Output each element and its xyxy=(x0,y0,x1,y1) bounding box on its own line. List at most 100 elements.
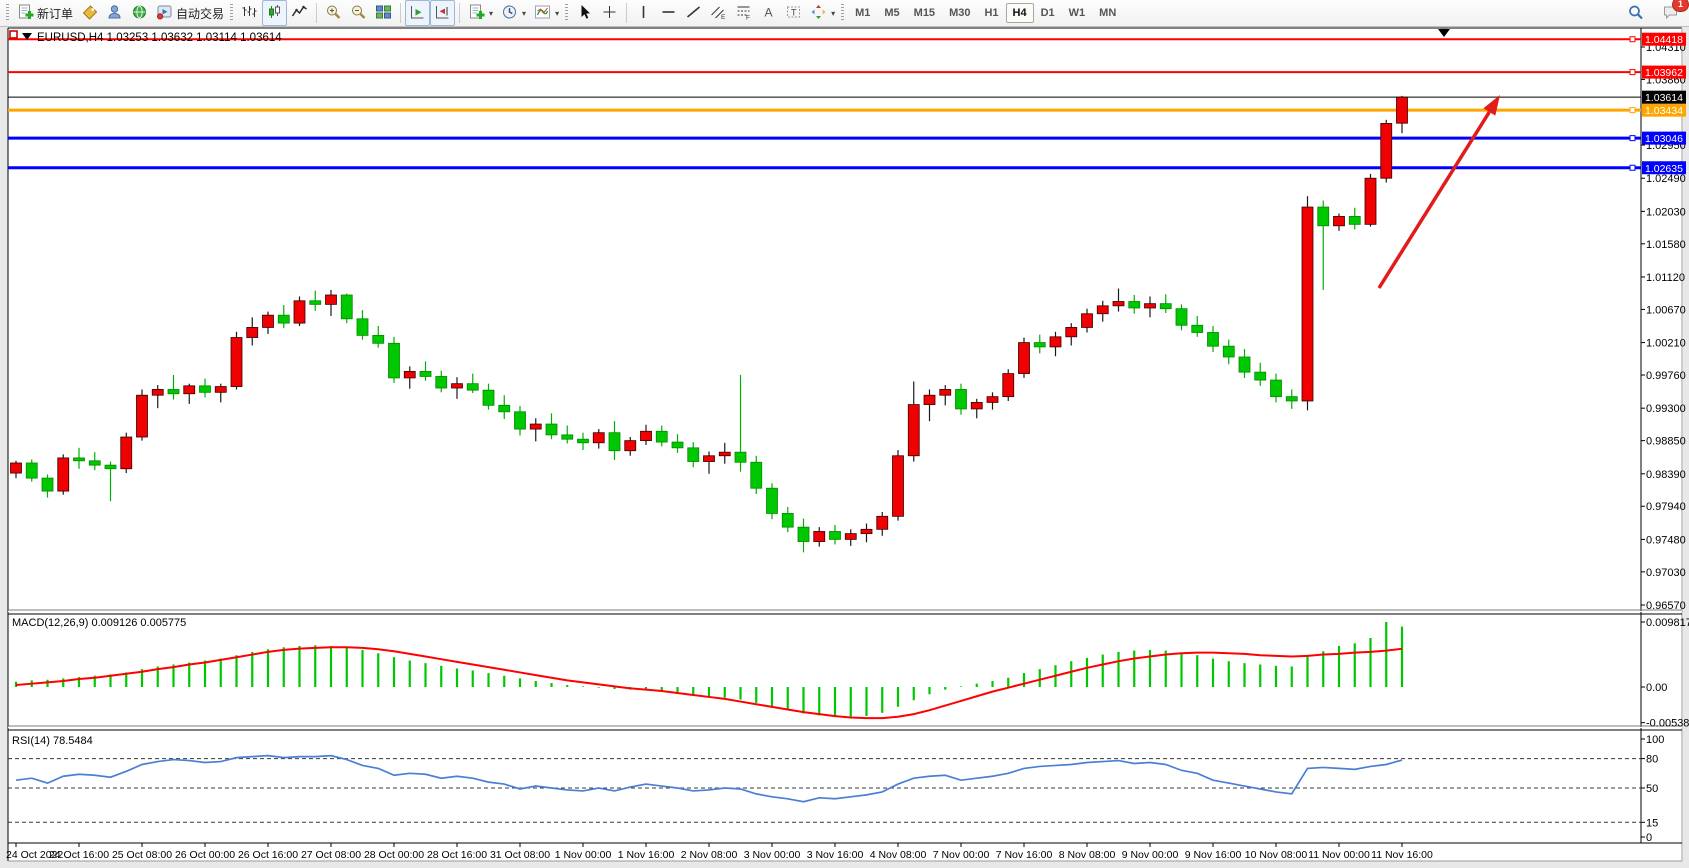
candle-body xyxy=(1192,325,1203,332)
search-button[interactable] xyxy=(1623,0,1648,26)
rsi-tick-label: 0 xyxy=(1646,832,1652,844)
timeframe-m15-button[interactable]: M15 xyxy=(907,3,942,23)
horizontal-line-button[interactable] xyxy=(656,0,681,26)
candle-body xyxy=(1223,346,1234,357)
price-tick-label: 0.96570 xyxy=(1646,600,1686,612)
chevron-down-icon[interactable]: ▾ xyxy=(555,9,559,18)
chart-background xyxy=(0,27,1689,868)
vertical-line-button[interactable] xyxy=(631,0,656,26)
chart-shift-button[interactable] xyxy=(430,0,455,26)
channel-icon: E xyxy=(710,4,727,23)
auto-scroll-button[interactable] xyxy=(405,0,430,26)
candle-body xyxy=(231,338,242,387)
timeframe-h4-button[interactable]: H4 xyxy=(1006,3,1034,23)
indicators-button[interactable]: ▾ xyxy=(530,0,563,26)
new-chart-button[interactable]: ▾ xyxy=(464,0,497,26)
toolbar-right: 1 xyxy=(1623,0,1683,26)
time-tick-label: 24 Oct 16:00 xyxy=(49,849,109,861)
macd-tick-label: 0.009817 xyxy=(1646,617,1689,629)
candle-body xyxy=(200,386,211,392)
text-label-button[interactable]: T xyxy=(781,0,806,26)
candle-body xyxy=(1349,216,1360,224)
chart-window[interactable]: 1.043101.038601.029501.024901.020301.015… xyxy=(0,27,1689,868)
crosshair-button[interactable] xyxy=(597,0,622,26)
cursor-button[interactable] xyxy=(572,0,597,26)
text-button[interactable]: A xyxy=(756,0,781,26)
line-chart-button[interactable] xyxy=(287,0,312,26)
hline-handle[interactable] xyxy=(1630,70,1635,75)
candle-body xyxy=(11,463,22,473)
trendline-button[interactable] xyxy=(681,0,706,26)
timeframe-w1-button[interactable]: W1 xyxy=(1062,3,1093,23)
price-badge-label: 1.03614 xyxy=(1645,92,1683,104)
candle-body xyxy=(751,462,762,488)
candle-body xyxy=(105,465,116,469)
bar-chart-button[interactable] xyxy=(237,0,262,26)
arrows-button[interactable]: ▾ xyxy=(806,0,839,26)
price-chart-canvas[interactable]: 1.043101.038601.029501.024901.020301.015… xyxy=(0,27,1689,868)
new-order-button[interactable]: 新订单 xyxy=(13,0,77,26)
candlestick-chart-button[interactable] xyxy=(262,0,287,26)
chevron-down-icon[interactable]: ▾ xyxy=(522,9,526,18)
candle-body xyxy=(215,387,226,393)
candle-body xyxy=(1066,327,1077,336)
equidistant-channel-button[interactable]: E xyxy=(706,0,731,26)
candle-body xyxy=(1255,372,1266,380)
time-tick-label: 8 Nov 08:00 xyxy=(1059,849,1116,861)
time-tick-label: 3 Nov 00:00 xyxy=(744,849,801,861)
timeframe-h1-button[interactable]: H1 xyxy=(977,3,1005,23)
hline-handle[interactable] xyxy=(1630,37,1635,42)
candle-body xyxy=(971,402,982,408)
period-button[interactable]: ▾ xyxy=(497,0,530,26)
toolbar-drag-handle[interactable] xyxy=(565,4,568,22)
candle-body xyxy=(1286,397,1297,401)
chart-window-icon xyxy=(10,31,17,38)
timeframe-m1-button[interactable]: M1 xyxy=(848,3,877,23)
time-tick-label: 7 Nov 16:00 xyxy=(996,849,1053,861)
notifications-button[interactable]: 1 xyxy=(1658,0,1683,26)
candle-body xyxy=(1176,309,1187,326)
candle-body xyxy=(861,529,872,533)
time-tick-label: 26 Oct 00:00 xyxy=(175,849,235,861)
price-tick-label: 1.01120 xyxy=(1646,272,1685,284)
toolbar-drag-handle[interactable] xyxy=(841,4,844,22)
tile-windows-button[interactable] xyxy=(371,0,396,26)
candle-body xyxy=(294,301,305,323)
mql5-button[interactable] xyxy=(127,0,152,26)
candle-body xyxy=(1239,357,1250,372)
market-watch-button[interactable] xyxy=(77,0,102,26)
price-tick-label: 1.02490 xyxy=(1646,173,1686,185)
price-tick-label: 0.98850 xyxy=(1646,436,1686,448)
candle-body xyxy=(719,452,730,456)
rsi-tick-label: 80 xyxy=(1646,754,1658,766)
candle-body xyxy=(877,516,888,529)
zoom-in-button[interactable] xyxy=(321,0,346,26)
timeframe-m30-button[interactable]: M30 xyxy=(942,3,977,23)
chevron-down-icon[interactable]: ▾ xyxy=(489,9,493,18)
candle-body xyxy=(830,531,841,539)
toolbar-drag-handle[interactable] xyxy=(6,4,9,22)
community-button[interactable] xyxy=(102,0,127,26)
fibonacci-button[interactable]: F xyxy=(731,0,756,26)
chevron-down-icon[interactable]: ▾ xyxy=(831,9,835,18)
price-tick-label: 0.97480 xyxy=(1646,534,1686,546)
candle-body xyxy=(278,315,289,323)
candle-body xyxy=(845,534,856,540)
hline-handle[interactable] xyxy=(1630,165,1635,170)
candle-body xyxy=(1097,306,1108,314)
zoom-out-button[interactable] xyxy=(346,0,371,26)
timeframe-mn-button[interactable]: MN xyxy=(1092,3,1123,23)
candle-body xyxy=(735,452,746,462)
macd-tick-label: 0.00 xyxy=(1646,682,1667,694)
timeframe-d1-button[interactable]: D1 xyxy=(1034,3,1062,23)
zoom-out-icon xyxy=(350,4,367,23)
candle-body xyxy=(672,442,683,448)
hline-handle[interactable] xyxy=(1630,108,1635,113)
timeframe-m5-button[interactable]: M5 xyxy=(877,3,906,23)
price-tick-label: 0.97940 xyxy=(1646,501,1686,513)
toolbar-drag-handle[interactable] xyxy=(230,4,233,22)
candle-body xyxy=(1271,380,1282,397)
hline-handle[interactable] xyxy=(1630,136,1635,141)
candle-body xyxy=(168,389,179,393)
autotrading-button[interactable]: 自动交易 xyxy=(152,0,228,26)
